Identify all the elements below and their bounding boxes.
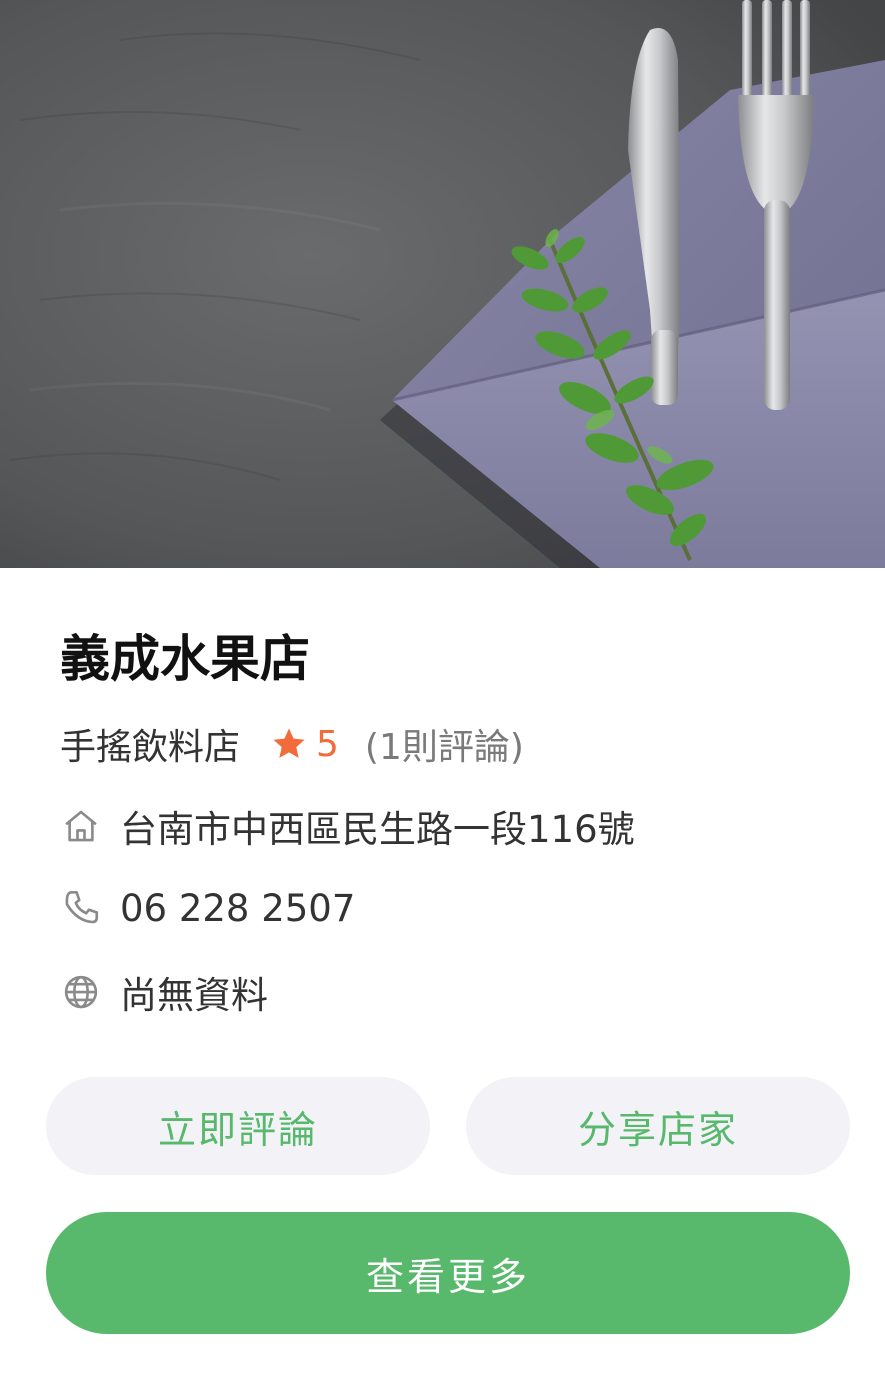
write-review-button[interactable]: 立即評論 <box>46 1077 430 1175</box>
store-name: 義成水果店 <box>60 630 310 688</box>
star-icon <box>270 725 308 763</box>
phone-icon <box>60 887 102 929</box>
store-card: 義成水果店 手搖飲料店 5 (1則評論) 台南市中西區民生路一段116號 06 … <box>0 0 885 1385</box>
globe-icon <box>60 971 102 1013</box>
hero-image <box>0 0 885 568</box>
rating-value: 5 <box>316 723 339 765</box>
store-category: 手搖飲料店 <box>60 727 241 768</box>
website-row: 尚無資料 <box>60 964 268 1020</box>
store-address: 台南市中西區民生路一段116號 <box>120 808 635 851</box>
view-more-button[interactable]: 查看更多 <box>46 1212 850 1334</box>
review-count-link[interactable]: (1則評論) <box>365 718 524 770</box>
store-phone: 06 228 2507 <box>120 886 356 930</box>
store-website: 尚無資料 <box>120 974 268 1017</box>
home-icon <box>60 805 102 847</box>
phone-row[interactable]: 06 228 2507 <box>60 880 355 936</box>
address-row[interactable]: 台南市中西區民生路一段116號 <box>60 798 635 854</box>
share-store-button[interactable]: 分享店家 <box>466 1077 850 1175</box>
category-rating-row: 手搖飲料店 5 (1則評論) <box>60 716 524 772</box>
